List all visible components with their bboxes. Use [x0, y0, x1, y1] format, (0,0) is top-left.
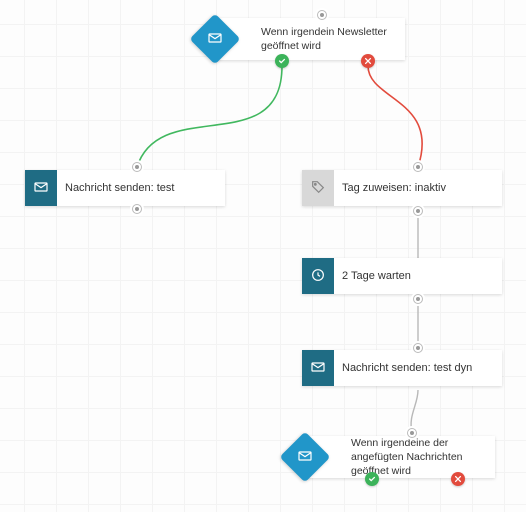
- mail-icon: [310, 359, 326, 378]
- action-icon-box: [302, 170, 334, 206]
- connector-port[interactable]: [132, 204, 142, 214]
- connector-send2-cond2: [411, 390, 418, 433]
- connector-yes-1: [137, 66, 282, 167]
- action-label: Nachricht senden: test dyn: [334, 350, 502, 386]
- mail-icon: [207, 30, 223, 49]
- connector-port[interactable]: [413, 162, 423, 172]
- connector-no-1: [368, 66, 422, 167]
- yes-badge[interactable]: [365, 472, 379, 486]
- mail-icon: [33, 179, 49, 198]
- connector-port[interactable]: [317, 10, 327, 20]
- condition-label: Wenn irgendein Newsletter geöffnet wird: [261, 21, 405, 57]
- connector-port[interactable]: [413, 206, 423, 216]
- condition-diamond: [280, 432, 331, 483]
- action-label: Tag zuweisen: inaktiv: [334, 170, 502, 206]
- action-assign-tag-inactive[interactable]: Tag zuweisen: inaktiv: [302, 170, 502, 206]
- action-send-message-test-dyn[interactable]: Nachricht senden: test dyn: [302, 350, 502, 386]
- connector-port[interactable]: [407, 428, 417, 438]
- action-icon-box: [25, 170, 57, 206]
- connector-port[interactable]: [413, 343, 423, 353]
- action-label: Nachricht senden: test: [57, 170, 225, 206]
- action-icon-box: [302, 258, 334, 294]
- yes-badge[interactable]: [275, 54, 289, 68]
- action-icon-box: [302, 350, 334, 386]
- action-label: 2 Tage warten: [334, 258, 502, 294]
- action-wait-2-days[interactable]: 2 Tage warten: [302, 258, 502, 294]
- tag-icon: [310, 179, 326, 198]
- action-send-message-test[interactable]: Nachricht senden: test: [25, 170, 225, 206]
- clock-icon: [310, 267, 326, 286]
- no-badge[interactable]: [361, 54, 375, 68]
- condition-newsletter-opened[interactable]: Wenn irgendein Newsletter geöffnet wird: [215, 18, 405, 60]
- connector-port[interactable]: [132, 162, 142, 172]
- connector-port[interactable]: [413, 294, 423, 304]
- condition-diamond: [190, 14, 241, 65]
- mail-icon: [297, 448, 313, 467]
- condition-attached-messages-opened[interactable]: Wenn irgendeine der angefügten Nachricht…: [305, 436, 495, 478]
- no-badge[interactable]: [451, 472, 465, 486]
